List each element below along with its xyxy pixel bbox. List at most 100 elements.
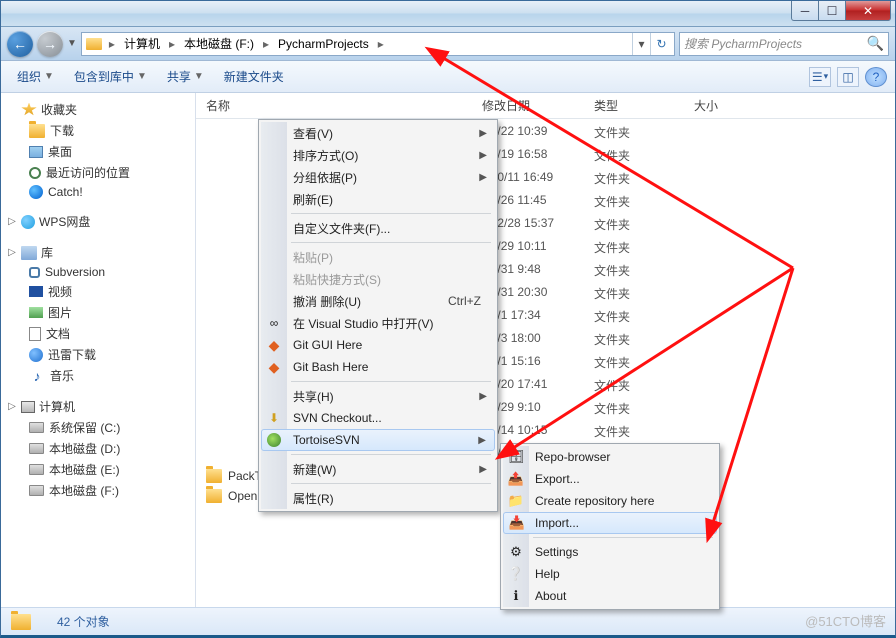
col-date[interactable]: 修改日期 [474, 97, 594, 114]
menu-item[interactable]: ℹAbout [503, 585, 717, 607]
history-dropdown[interactable]: ▼ [67, 38, 77, 49]
chevron-right-icon[interactable]: ▸ [260, 37, 272, 51]
expand-icon[interactable]: ▷ [7, 401, 17, 412]
help-button[interactable]: ? [865, 67, 887, 87]
organize-button[interactable]: 组织▼ [9, 64, 62, 89]
sidebar-item[interactable]: Catch! [7, 183, 195, 201]
new-folder-button[interactable]: 新建文件夹 [216, 64, 292, 89]
menu-item[interactable]: 📁Create repository here [503, 490, 717, 512]
maximize-button[interactable]: ☐ [818, 1, 846, 21]
sidebar-item[interactable]: 桌面 [7, 141, 195, 162]
watermark: @51CTO博客 [805, 611, 886, 630]
wps-label[interactable]: WPS网盘 [39, 213, 90, 230]
crumb-computer[interactable]: 计算机 [118, 33, 166, 55]
sidebar-item-label: 系统保留 (C:) [49, 419, 120, 436]
libraries-label[interactable]: 库 [41, 244, 53, 261]
star-icon [21, 103, 37, 117]
sidebar-item[interactable]: 视频 [7, 281, 195, 302]
menu-item[interactable]: ∞ 在 Visual Studio 中打开(V) [261, 312, 495, 334]
computer-label[interactable]: 计算机 [39, 398, 75, 415]
sidebar-item[interactable]: 本地磁盘 (D:) [7, 438, 195, 459]
menu-item[interactable]: 🗄Repo-browser [503, 446, 717, 468]
expand-icon[interactable]: ▷ [7, 216, 17, 227]
sidebar-item[interactable]: Subversion [7, 263, 195, 281]
menu-item[interactable]: 排序方式(O)▶ [261, 144, 495, 166]
drive-icon [29, 443, 44, 454]
menu-item[interactable]: 新建(W)▶ [261, 458, 495, 480]
menu-item-label: Help [535, 567, 560, 581]
path-dropdown[interactable]: ▾ [632, 33, 650, 55]
sidebar-item[interactable]: ♪音乐 [7, 365, 195, 386]
menu-item[interactable]: ⚙Settings [503, 541, 717, 563]
search-input[interactable]: 搜索 PycharmProjects 🔍 [679, 32, 889, 56]
col-name[interactable]: 名称 [206, 97, 474, 114]
crumb-folder[interactable]: PycharmProjects [272, 33, 375, 55]
include-in-library-button[interactable]: 包含到库中▼ [66, 64, 155, 89]
breadcrumb: ▸ 计算机 ▸ 本地磁盘 (F:) ▸ PycharmProjects ▸ ▾ … [81, 32, 675, 56]
favorites-label[interactable]: 收藏夹 [41, 101, 77, 118]
sidebar-item[interactable]: 本地磁盘 (E:) [7, 459, 195, 480]
folder-icon [29, 124, 45, 138]
menu-item[interactable]: 共享(H)▶ [261, 385, 495, 407]
chevron-right-icon[interactable]: ▸ [166, 37, 178, 51]
sidebar-item-label: 图片 [48, 304, 72, 321]
menu-item[interactable]: 📤Export... [503, 468, 717, 490]
close-button[interactable]: ✕ [845, 1, 891, 21]
expand-icon[interactable]: ▷ [7, 247, 17, 258]
col-size[interactable]: 大小 [694, 97, 754, 114]
svn-icon [29, 267, 40, 278]
library-icon [21, 246, 37, 260]
menu-item[interactable]: TortoiseSVN▶ [261, 429, 495, 451]
sidebar-item[interactable]: 本地磁盘 (F:) [7, 480, 195, 501]
back-button[interactable]: ← [7, 31, 33, 57]
help-icon: ❔ [508, 566, 524, 582]
menu-item[interactable]: 查看(V)▶ [261, 122, 495, 144]
status-count: 42 个对象 [57, 613, 110, 630]
menu-item-label: 粘贴(P) [293, 249, 333, 266]
crumb-drive[interactable]: 本地磁盘 (F:) [178, 33, 260, 55]
chevron-right-icon[interactable]: ▸ [375, 37, 387, 51]
menu-item[interactable]: 分组依据(P)▶ [261, 166, 495, 188]
view-mode-button[interactable]: ☰▾ [809, 67, 831, 87]
sidebar-item[interactable]: 下载 [7, 120, 195, 141]
file-type: 文件夹 [594, 423, 694, 440]
file-type: 文件夹 [594, 285, 694, 302]
menu-item[interactable]: ⬇SVN Checkout... [261, 407, 495, 429]
sidebar-item-label: Catch! [48, 185, 83, 199]
sidebar-item[interactable]: 系统保留 (C:) [7, 417, 195, 438]
forward-button[interactable]: → [37, 31, 63, 57]
chevron-right-icon[interactable]: ▸ [106, 37, 118, 51]
menu-item: 粘贴快捷方式(S) [261, 268, 495, 290]
addressbar: ← → ▼ ▸ 计算机 ▸ 本地磁盘 (F:) ▸ PycharmProject… [1, 27, 895, 61]
sidebar-item[interactable]: 文档 [7, 323, 195, 344]
menu-item-label: 共享(H) [293, 388, 334, 405]
sidebar-item[interactable]: 最近访问的位置 [7, 162, 195, 183]
sidebar-item[interactable]: 迅雷下载 [7, 344, 195, 365]
menu-item-label: SVN Checkout... [293, 411, 382, 425]
sidebar-item[interactable]: 图片 [7, 302, 195, 323]
menu-item-label: 查看(V) [293, 125, 333, 142]
menu-item[interactable]: ◆Git GUI Here [261, 334, 495, 356]
minimize-button[interactable]: ─ [791, 1, 819, 21]
menu-item-label: 在 Visual Studio 中打开(V) [293, 315, 434, 332]
file-type: 文件夹 [594, 262, 694, 279]
menu-item[interactable]: 属性(R) [261, 487, 495, 509]
folder-icon [206, 469, 222, 483]
file-type: 文件夹 [594, 331, 694, 348]
column-headers: 名称 修改日期 类型 大小 [196, 93, 895, 119]
menu-item[interactable]: 自定义文件夹(F)... [261, 217, 495, 239]
menu-item[interactable]: ❔ Help [503, 563, 717, 585]
share-button[interactable]: 共享▼ [159, 64, 212, 89]
col-type[interactable]: 类型 [594, 97, 694, 114]
menu-item[interactable]: 刷新(E) [261, 188, 495, 210]
menu-item-label: Settings [535, 545, 578, 559]
menu-item[interactable]: 撤消 删除(U)Ctrl+Z [261, 290, 495, 312]
vs-icon: ∞ [266, 315, 282, 331]
sidebar-item-label: 本地磁盘 (E:) [49, 461, 120, 478]
refresh-button[interactable]: ↻ [650, 33, 672, 55]
menu-item[interactable]: ◆Git Bash Here [261, 356, 495, 378]
menu-item[interactable]: 📥Import... [503, 512, 717, 534]
drive-icon [29, 485, 44, 496]
preview-pane-button[interactable]: ◫ [837, 67, 859, 87]
file-type: 文件夹 [594, 354, 694, 371]
